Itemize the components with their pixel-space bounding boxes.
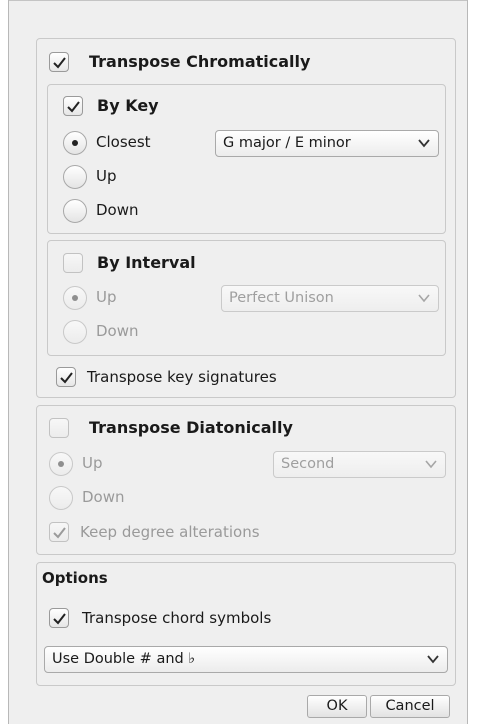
- checkmark-icon: [67, 101, 80, 113]
- radio-key-closest[interactable]: [63, 131, 87, 155]
- radio-interval-down[interactable]: [63, 320, 87, 344]
- key-select-value: G major / E minor: [223, 135, 351, 151]
- radio-dot: [58, 461, 64, 467]
- diatonic-checkbox[interactable]: [49, 418, 69, 438]
- chevron-down-icon: [425, 460, 437, 469]
- radio-dot: [72, 295, 78, 301]
- dialog-top-border: [9, 0, 467, 1]
- label-diatonic-up: Up: [82, 454, 103, 472]
- transpose-dialog: Transpose Chromatically By Key Closest G…: [8, 0, 468, 724]
- chord-symbols-checkbox[interactable]: [49, 608, 69, 628]
- radio-dot: [72, 140, 78, 146]
- options-title: Options: [42, 569, 108, 587]
- interval-select[interactable]: Perfect Unison: [221, 285, 439, 312]
- key-signatures-label: Transpose key signatures: [87, 368, 277, 386]
- by-key-checkbox[interactable]: [63, 96, 83, 116]
- chord-symbols-label: Transpose chord symbols: [82, 609, 272, 627]
- checkmark-icon: [53, 527, 66, 539]
- checkmark-icon: [60, 372, 73, 384]
- degree-select[interactable]: Second: [273, 451, 446, 478]
- radio-diatonic-down[interactable]: [49, 486, 73, 510]
- label-key-closest: Closest: [96, 133, 151, 151]
- by-interval-checkbox[interactable]: [63, 253, 83, 273]
- label-interval-up: Up: [96, 288, 117, 306]
- label-interval-down: Down: [96, 322, 139, 340]
- chevron-down-icon: [427, 655, 439, 664]
- ok-button[interactable]: OK: [307, 695, 367, 718]
- degree-select-value: Second: [281, 456, 335, 472]
- label-diatonic-down: Down: [82, 488, 125, 506]
- interval-select-value: Perfect Unison: [229, 290, 334, 306]
- keep-alterations-checkbox[interactable]: [49, 522, 69, 542]
- cancel-button[interactable]: Cancel: [370, 695, 450, 718]
- checkmark-icon: [53, 613, 66, 625]
- chromatic-checkbox[interactable]: [49, 52, 69, 72]
- chromatic-title: Transpose Chromatically: [89, 52, 311, 71]
- label-key-down: Down: [96, 201, 139, 219]
- label-key-up: Up: [96, 167, 117, 185]
- diatonic-title: Transpose Diatonically: [89, 418, 293, 437]
- radio-interval-up[interactable]: [63, 286, 87, 310]
- checkmark-icon: [53, 57, 66, 69]
- keep-alterations-label: Keep degree alterations: [80, 523, 260, 541]
- chevron-down-icon: [418, 139, 430, 148]
- accidentals-select[interactable]: Use Double # and ♭: [44, 646, 448, 673]
- radio-key-down[interactable]: [63, 199, 87, 223]
- radio-key-up[interactable]: [63, 165, 87, 189]
- chevron-down-icon: [418, 294, 430, 303]
- key-signatures-checkbox[interactable]: [56, 367, 76, 387]
- radio-diatonic-up[interactable]: [49, 452, 73, 476]
- by-key-title: By Key: [97, 96, 159, 115]
- by-interval-title: By Interval: [97, 253, 196, 272]
- key-select[interactable]: G major / E minor: [215, 130, 439, 157]
- accidentals-select-value: Use Double # and ♭: [52, 651, 196, 667]
